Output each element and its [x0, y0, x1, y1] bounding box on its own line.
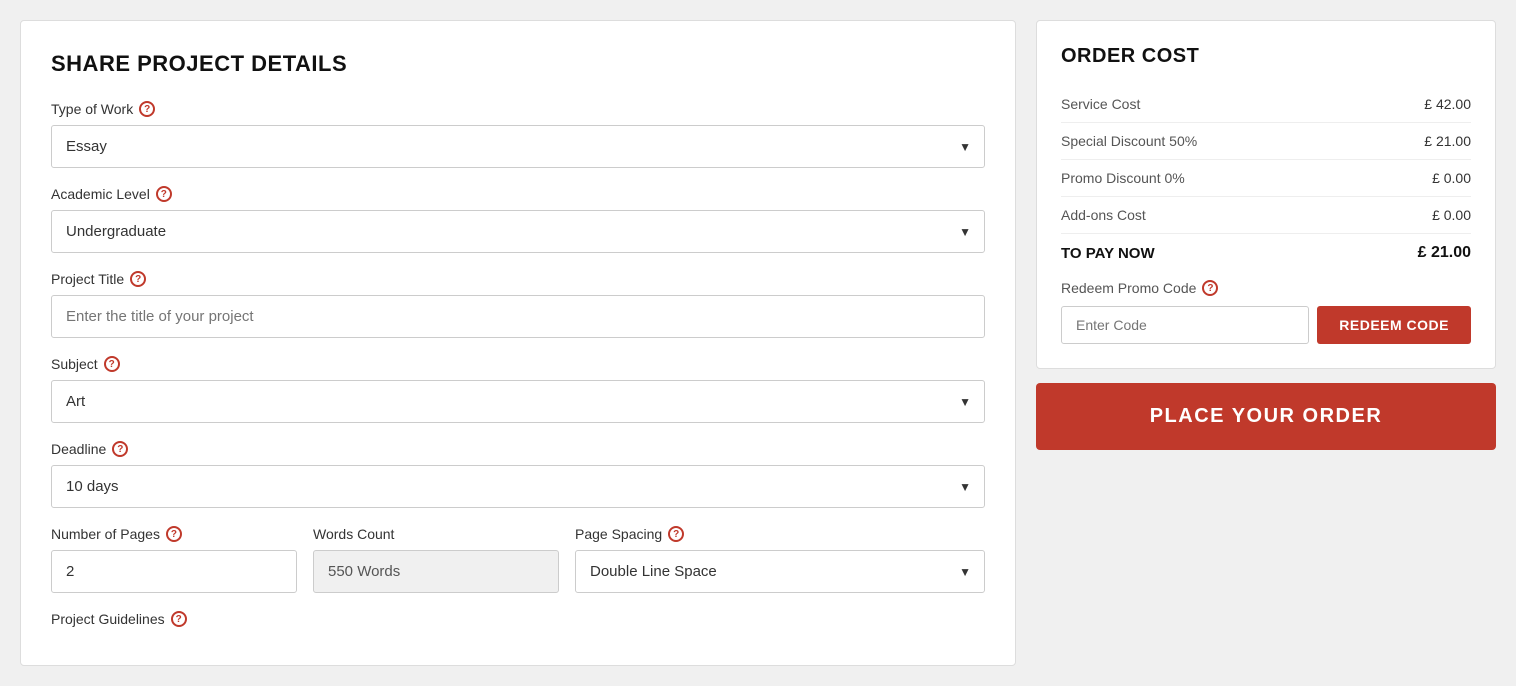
- cost-value-addons: £ 0.00: [1432, 207, 1471, 223]
- number-of-pages-group: Number of Pages ?: [51, 526, 297, 593]
- page-spacing-group: Page Spacing ? Double Line Space Single …: [575, 526, 985, 593]
- cost-value-total: £ 21.00: [1418, 244, 1471, 262]
- deadline-group: Deadline ? 10 days 7 days 5 days 3 days …: [51, 441, 985, 508]
- cost-label-service: Service Cost: [1061, 96, 1140, 112]
- words-count-group: Words Count 550 Words: [313, 526, 559, 593]
- promo-label: Redeem Promo Code ?: [1061, 280, 1471, 296]
- academic-level-help-icon[interactable]: ?: [156, 186, 172, 202]
- deadline-select[interactable]: 10 days 7 days 5 days 3 days 24 hours 12…: [51, 465, 985, 508]
- subject-group: Subject ? Art Biology Chemistry History …: [51, 356, 985, 423]
- project-guidelines-group: Project Guidelines ?: [51, 611, 985, 627]
- page-spacing-select[interactable]: Double Line Space Single Line Space: [575, 550, 985, 593]
- cost-label-total: TO PAY NOW: [1061, 245, 1155, 262]
- cost-value-special-discount: £ 21.00: [1424, 133, 1471, 149]
- project-guidelines-label: Project Guidelines ?: [51, 611, 985, 627]
- cost-label-special-discount: Special Discount 50%: [1061, 133, 1197, 149]
- left-panel: SHARE PROJECT DETAILS Type of Work ? Ess…: [20, 20, 1016, 666]
- deadline-select-wrapper: 10 days 7 days 5 days 3 days 24 hours 12…: [51, 465, 985, 508]
- place-order-button[interactable]: PLACE YOUR ORDER: [1036, 383, 1496, 450]
- page-spacing-select-wrapper: Double Line Space Single Line Space: [575, 550, 985, 593]
- project-title-input[interactable]: [51, 295, 985, 338]
- cost-value-promo-discount: £ 0.00: [1432, 170, 1471, 186]
- subject-help-icon[interactable]: ?: [104, 356, 120, 372]
- cost-row-addons: Add-ons Cost £ 0.00: [1061, 197, 1471, 234]
- cost-label-addons: Add-ons Cost: [1061, 207, 1146, 223]
- number-of-pages-input[interactable]: [51, 550, 297, 593]
- subject-label: Subject ?: [51, 356, 985, 372]
- promo-section: Redeem Promo Code ? REDEEM CODE: [1061, 280, 1471, 344]
- number-of-pages-label: Number of Pages ?: [51, 526, 297, 542]
- project-guidelines-help-icon[interactable]: ?: [171, 611, 187, 627]
- right-panel: ORDER COST Service Cost £ 42.00 Special …: [1036, 20, 1496, 666]
- subject-select-wrapper: Art Biology Chemistry History Mathematic…: [51, 380, 985, 423]
- section-title: SHARE PROJECT DETAILS: [51, 51, 985, 77]
- page-spacing-help-icon[interactable]: ?: [668, 526, 684, 542]
- subject-select[interactable]: Art Biology Chemistry History Mathematic…: [51, 380, 985, 423]
- cost-value-service: £ 42.00: [1424, 96, 1471, 112]
- page-spacing-label: Page Spacing ?: [575, 526, 985, 542]
- words-count-display: 550 Words: [313, 550, 559, 593]
- academic-level-select[interactable]: Undergraduate High School Master's PhD: [51, 210, 985, 253]
- order-cost-title: ORDER COST: [1061, 45, 1471, 68]
- type-of-work-label: Type of Work ?: [51, 101, 985, 117]
- type-of-work-group: Type of Work ? Essay Research Paper Diss…: [51, 101, 985, 168]
- project-title-group: Project Title ?: [51, 271, 985, 338]
- bottom-fields: Number of Pages ? Words Count 550 Words …: [51, 526, 985, 593]
- promo-code-input[interactable]: [1061, 306, 1309, 344]
- academic-level-select-wrapper: Undergraduate High School Master's PhD: [51, 210, 985, 253]
- cost-label-promo-discount: Promo Discount 0%: [1061, 170, 1185, 186]
- deadline-help-icon[interactable]: ?: [112, 441, 128, 457]
- promo-help-icon[interactable]: ?: [1202, 280, 1218, 296]
- cost-card: ORDER COST Service Cost £ 42.00 Special …: [1036, 20, 1496, 369]
- type-of-work-select-wrapper: Essay Research Paper Dissertation Course…: [51, 125, 985, 168]
- project-title-label: Project Title ?: [51, 271, 985, 287]
- cost-row-total: TO PAY NOW £ 21.00: [1061, 234, 1471, 262]
- cost-row-promo-discount: Promo Discount 0% £ 0.00: [1061, 160, 1471, 197]
- cost-row-special-discount: Special Discount 50% £ 21.00: [1061, 123, 1471, 160]
- deadline-label: Deadline ?: [51, 441, 985, 457]
- academic-level-label: Academic Level ?: [51, 186, 985, 202]
- academic-level-group: Academic Level ? Undergraduate High Scho…: [51, 186, 985, 253]
- number-of-pages-help-icon[interactable]: ?: [166, 526, 182, 542]
- promo-row: REDEEM CODE: [1061, 306, 1471, 344]
- type-of-work-select[interactable]: Essay Research Paper Dissertation Course…: [51, 125, 985, 168]
- cost-row-service: Service Cost £ 42.00: [1061, 86, 1471, 123]
- type-of-work-help-icon[interactable]: ?: [139, 101, 155, 117]
- redeem-code-button[interactable]: REDEEM CODE: [1317, 306, 1471, 344]
- project-title-help-icon[interactable]: ?: [130, 271, 146, 287]
- words-count-label: Words Count: [313, 526, 559, 542]
